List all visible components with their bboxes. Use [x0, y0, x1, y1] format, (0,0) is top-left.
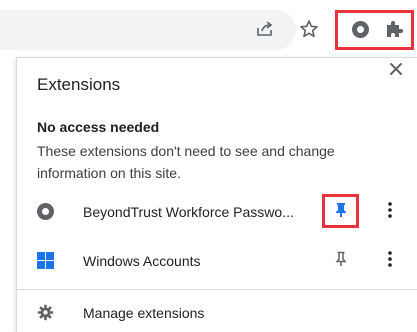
- close-button[interactable]: [385, 60, 407, 82]
- extension-name: Windows Accounts: [83, 253, 201, 269]
- extension-row-beyondtrust[interactable]: BeyondTrust Workforce Passwo...: [17, 192, 417, 232]
- section-description: These extensions don't need to see and c…: [37, 143, 335, 181]
- close-icon: [389, 62, 403, 81]
- manage-extensions-button[interactable]: Manage extensions: [17, 296, 417, 330]
- more-vert-icon: [388, 201, 392, 223]
- gear-icon: [37, 304, 54, 321]
- windows-icon: [37, 252, 54, 269]
- pin-button[interactable]: [330, 250, 352, 272]
- more-vert-icon: [388, 250, 392, 272]
- pin-button[interactable]: [330, 201, 352, 223]
- extension-row-windows-accounts[interactable]: Windows Accounts: [17, 241, 417, 281]
- section-heading: No access needed: [37, 119, 160, 135]
- address-bar[interactable]: [0, 10, 296, 50]
- star-icon[interactable]: [298, 18, 320, 40]
- browser-toolbar: [0, 0, 417, 58]
- toolbar-extensions-highlight: [335, 10, 414, 50]
- beyondtrust-icon: [37, 203, 54, 220]
- manage-extensions-label: Manage extensions: [83, 305, 205, 321]
- share-icon[interactable]: [254, 18, 276, 40]
- more-options-button[interactable]: [383, 201, 397, 223]
- extensions-panel: Extensions No access needed These extens…: [16, 57, 417, 332]
- pin-icon: [334, 202, 348, 223]
- more-options-button[interactable]: [383, 250, 397, 272]
- extension-name: BeyondTrust Workforce Passwo...: [83, 204, 294, 220]
- panel-title: Extensions: [37, 75, 121, 94]
- divider: [17, 289, 417, 290]
- pin-outline-icon: [334, 251, 348, 272]
